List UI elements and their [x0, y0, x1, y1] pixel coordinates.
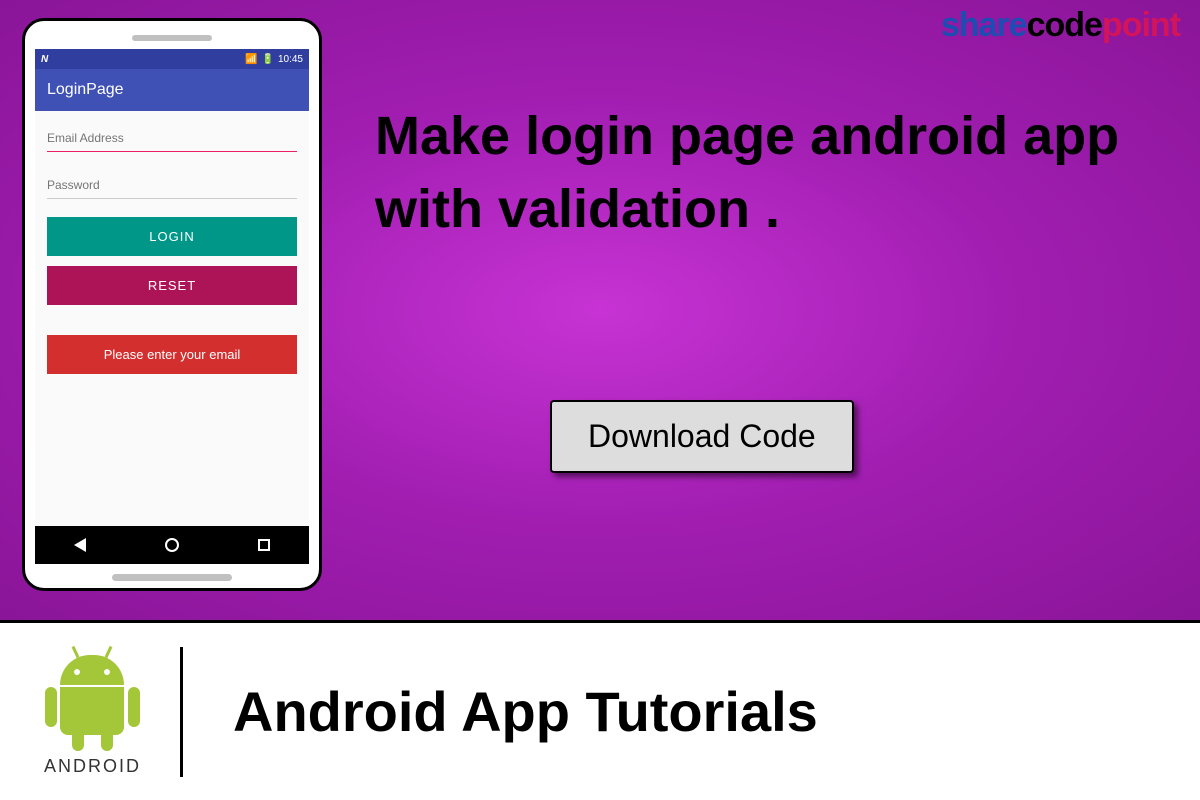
status-n-icon: N [41, 54, 48, 65]
android-status-bar: N 📶 🔋 10:45 [35, 49, 309, 69]
app-title: LoginPage [47, 81, 124, 99]
footer-section: ANDROID Android App Tutorials [0, 620, 1200, 800]
validation-error: Please enter your email [47, 335, 297, 374]
reset-button[interactable]: RESET [47, 266, 297, 305]
login-form: LOGIN RESET Please enter your email [35, 111, 309, 386]
battery-icon: 🔋 [262, 54, 274, 65]
status-time: 10:45 [278, 54, 303, 65]
hero-section: sharecodepoint N 📶 🔋 10:45 LoginPage [0, 0, 1200, 620]
brand-logo: sharecodepoint [941, 6, 1180, 45]
logo-part-code: code [1027, 6, 1102, 44]
android-label: ANDROID [44, 756, 141, 777]
logo-part-share: share [941, 6, 1027, 44]
android-nav-bar [35, 526, 309, 564]
recent-icon[interactable] [258, 539, 270, 551]
email-field[interactable] [47, 123, 297, 152]
android-logo-block: ANDROID [40, 647, 145, 777]
page-headline: Make login page android app with validat… [375, 100, 1165, 246]
back-icon[interactable] [74, 538, 86, 552]
download-code-button[interactable]: Download Code [550, 400, 854, 473]
android-robot-icon [40, 647, 145, 752]
home-icon[interactable] [165, 538, 179, 552]
phone-home-indicator [112, 574, 232, 581]
logo-part-point: point [1102, 6, 1180, 44]
phone-speaker [132, 35, 212, 41]
password-field[interactable] [47, 170, 297, 199]
tutorials-title: Android App Tutorials [233, 679, 818, 744]
app-bar: LoginPage [35, 69, 309, 111]
phone-mockup: N 📶 🔋 10:45 LoginPage LOGIN RESET [22, 18, 322, 591]
phone-screen: N 📶 🔋 10:45 LoginPage LOGIN RESET [35, 49, 309, 564]
vertical-divider [180, 647, 183, 777]
signal-icon: 📶 [245, 54, 257, 65]
login-button[interactable]: LOGIN [47, 217, 297, 256]
